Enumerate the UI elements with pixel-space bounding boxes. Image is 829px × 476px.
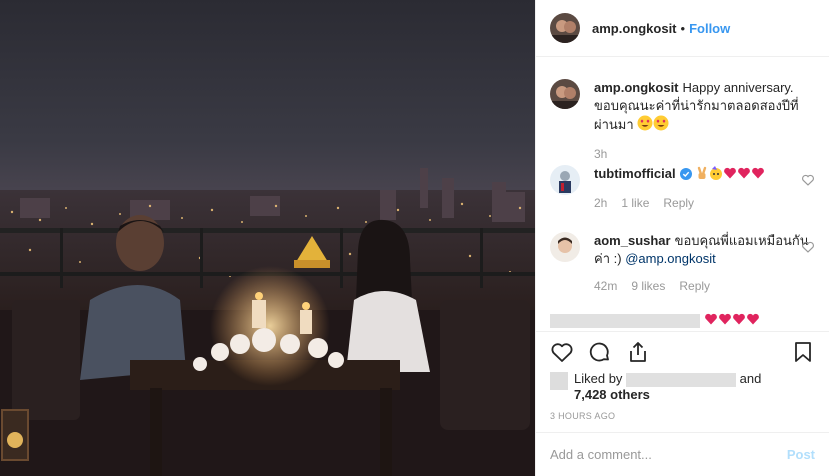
profile-photo-icon — [550, 13, 580, 43]
avatar[interactable] — [550, 165, 580, 195]
verified-badge-icon — [679, 167, 692, 185]
follow-button[interactable]: Follow — [689, 21, 730, 36]
redacted-username — [626, 372, 737, 387]
heart-emoji — [737, 166, 751, 185]
like-heart-icon[interactable] — [550, 340, 574, 364]
liked-by-label: Liked by — [574, 371, 623, 386]
redacted-avatar — [550, 372, 568, 390]
heart-emoji — [723, 166, 737, 185]
caption: amp.ongkosit Happy anniversary. ขอบคุณนะค… — [550, 79, 815, 163]
like-comment-heart-icon[interactable] — [801, 173, 815, 187]
avatar[interactable] — [550, 232, 580, 262]
comments-list[interactable]: amp.ongkosit Happy anniversary. ขอบคุณนะค… — [536, 57, 829, 331]
likes-summary: Liked by and 7,428 others — [550, 371, 815, 403]
heart-emoji — [704, 312, 718, 329]
comment-time[interactable]: 2h — [594, 194, 607, 212]
mention-link[interactable]: @amp.ongkosit — [625, 251, 716, 266]
reply-button[interactable]: Reply — [679, 277, 710, 295]
comment-username[interactable]: tubtimofficial — [594, 166, 676, 181]
caption-username[interactable]: amp.ongkosit — [594, 80, 679, 95]
comment-bubble-icon[interactable] — [588, 340, 612, 364]
avatar[interactable] — [550, 79, 580, 109]
comment-item: tubtimofficial 2h 1 like Reply — [550, 165, 815, 212]
heart-emoji — [718, 312, 732, 329]
comment-item — [550, 312, 815, 329]
bookmark-icon[interactable] — [791, 340, 815, 364]
separator-dot: • — [680, 20, 686, 36]
reply-button[interactable]: Reply — [663, 194, 694, 212]
post-author-username[interactable]: amp.ongkosit — [592, 21, 677, 36]
redacted-username — [550, 313, 700, 328]
heart-emoji — [746, 312, 760, 329]
profile-photo-icon — [550, 79, 580, 109]
victory-hand-emoji — [695, 166, 709, 185]
party-face-emoji — [709, 166, 723, 185]
action-bar — [536, 331, 829, 371]
post-timestamp[interactable]: 3 HOURS AGO — [550, 411, 615, 421]
comment-username[interactable]: aom_sushar — [594, 233, 671, 248]
post-photo[interactable] — [0, 0, 535, 476]
comment-likes[interactable]: 1 like — [621, 194, 649, 212]
post-comment-button[interactable]: Post — [787, 447, 815, 462]
heart-emoji — [732, 312, 746, 329]
caption-time[interactable]: 3h — [594, 145, 607, 163]
add-comment-bar: Post — [536, 432, 829, 476]
post-header: amp.ongkosit • Follow — [536, 0, 829, 57]
avatar[interactable] — [550, 13, 580, 43]
heart-emoji — [751, 166, 765, 185]
profile-photo-icon — [550, 232, 580, 262]
comment-likes[interactable]: 9 likes — [631, 277, 665, 295]
post-side-panel: amp.ongkosit • Follow amp.ongkosit Happy … — [535, 0, 829, 476]
heart-eyes-emoji — [653, 115, 669, 136]
and-label: and — [739, 371, 762, 386]
rooftop-dinner-photo — [0, 0, 535, 476]
likes-count-link[interactable]: 7,428 others — [574, 387, 650, 402]
comment-input[interactable] — [550, 447, 787, 462]
like-comment-heart-icon[interactable] — [801, 240, 815, 254]
profile-photo-icon — [550, 165, 580, 195]
instagram-post: amp.ongkosit • Follow amp.ongkosit Happy … — [0, 0, 829, 476]
share-icon[interactable] — [626, 340, 650, 364]
comment-time[interactable]: 42m — [594, 277, 617, 295]
comment-item: aom_sushar ขอบคุณพี่แอมเหมือนกันค่า :) @a… — [550, 232, 815, 295]
heart-eyes-emoji — [637, 115, 653, 136]
